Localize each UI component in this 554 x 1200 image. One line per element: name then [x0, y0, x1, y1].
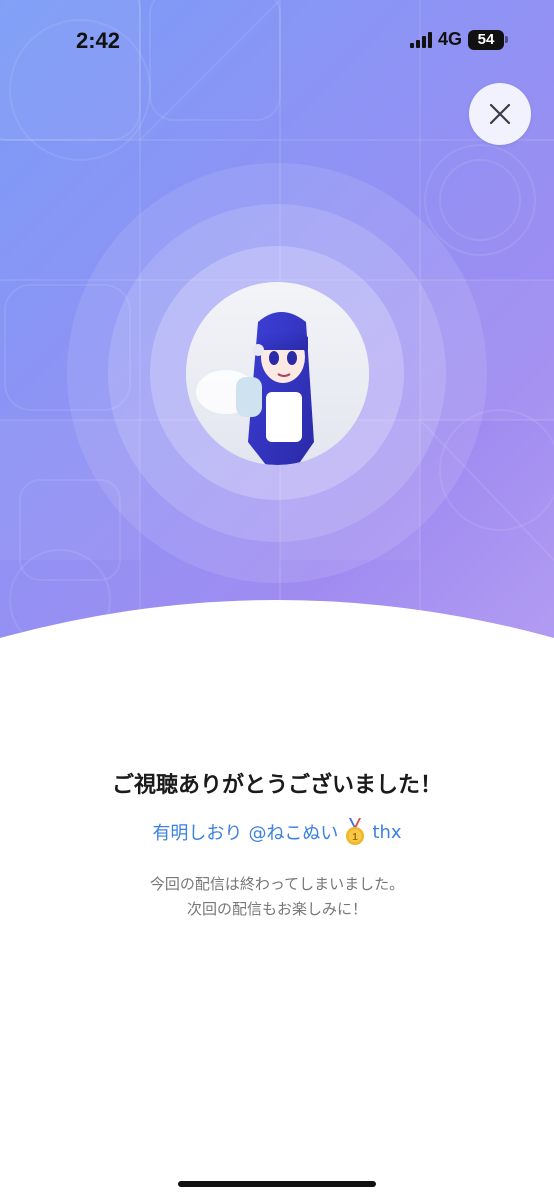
streamer-suffix: thx [372, 821, 402, 843]
close-button[interactable] [469, 83, 531, 145]
hero-background [0, 0, 554, 650]
streamer-handle: @ねこぬい [248, 823, 339, 844]
svg-text:1: 1 [353, 832, 359, 843]
streamer-line[interactable]: 有明しおり @ねこぬい 1 thx [0, 818, 554, 846]
ended-message-line1: 今回の配信は終わってしまいました。 [149, 875, 405, 893]
network-label: 4G [437, 29, 462, 49]
ended-message-line2: 次回の配信もお楽しみに！ [186, 900, 367, 918]
battery-level: 54 [468, 29, 504, 50]
signal-icon [409, 31, 432, 48]
status-indicators: 4G 54 [409, 29, 508, 50]
thanks-title: ご視聴ありがとうございました！ [111, 773, 442, 798]
status-time: 2:42 [76, 28, 121, 53]
close-icon [489, 103, 511, 125]
streamer-name: 有明しおり [152, 823, 243, 844]
stream-ended-screen: 2:42 4G 54 ご視聴ありがとうございました！ 有明しおり @ねこぬい 1… [0, 0, 554, 1200]
stream-ended-message: 今回の配信は終わってしまいました。 次回の配信もお楽しみに！ [0, 872, 554, 922]
battery-icon: 54 [468, 29, 508, 50]
home-indicator[interactable] [178, 1181, 376, 1187]
streamer-avatar [186, 282, 369, 465]
gold-medal-icon: 1 [346, 818, 365, 845]
